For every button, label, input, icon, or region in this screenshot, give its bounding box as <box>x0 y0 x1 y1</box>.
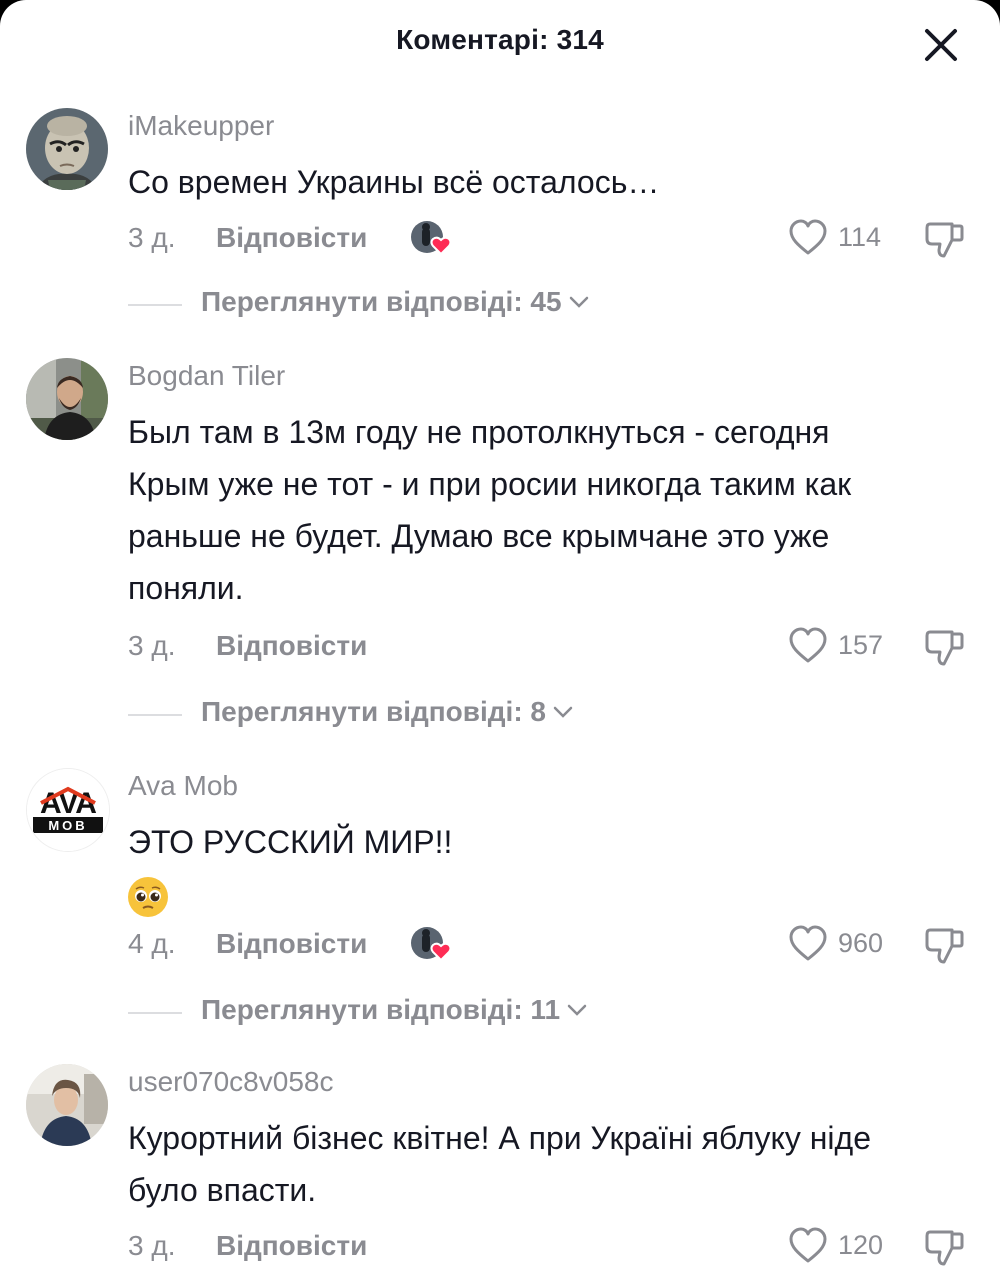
creator-liked-badge <box>410 926 452 964</box>
heart-badge-icon <box>430 236 452 256</box>
close-button[interactable] <box>920 24 962 66</box>
comment-meta: 3 д. Відповісти 114 <box>128 218 978 260</box>
comments-sheet: Коментарі: 314 iMakeupper Со времен Укра… <box>0 0 1000 1280</box>
heart-outline-icon <box>789 627 827 663</box>
comment-text-line: ЭТО РУССКИЙ МИР!! <box>128 824 453 860</box>
heart-outline-icon <box>789 1227 827 1263</box>
chevron-down-icon <box>567 1004 587 1016</box>
comment-time: 3 д. <box>128 222 176 253</box>
avatar-logo-bottom: MOB <box>48 818 87 833</box>
comment-text-line: поняли. <box>128 570 244 606</box>
comment-meta: 4 д. Відповісти 960 <box>128 924 978 966</box>
comment-username[interactable]: iMakeupper <box>128 110 274 142</box>
like-count: 157 <box>838 630 884 660</box>
heart-outline-icon <box>789 219 827 255</box>
thumbs-down-icon <box>925 222 964 258</box>
comment-username[interactable]: user070c8v058c <box>128 1066 333 1098</box>
comment-meta: 3 д. Відповісти 120 <box>128 1226 978 1268</box>
view-replies-label: Переглянути відповіді: 11 <box>201 994 561 1025</box>
view-replies-label: Переглянути відповіді: 8 <box>201 696 546 727</box>
avatar[interactable]: AVA MOB <box>26 768 110 852</box>
comment-text: ЭТО РУССКИЙ МИР!! <box>128 816 968 920</box>
comments-header: Коментарі: 314 <box>0 0 1000 90</box>
thumbs-down-icon <box>925 630 964 666</box>
chevron-down-icon <box>553 706 573 718</box>
comment-time: 3 д. <box>128 630 176 661</box>
creator-liked-badge <box>410 220 452 258</box>
reply-button[interactable]: Відповісти <box>216 222 367 254</box>
comment-text-line: Был там в 13м году не протолкнуться - се… <box>128 414 830 450</box>
like-count: 114 <box>838 222 882 252</box>
view-replies-button[interactable]: Переглянути відповіді: 8 <box>128 694 728 734</box>
like-button[interactable]: 157 <box>788 626 928 666</box>
dislike-button[interactable] <box>922 922 966 966</box>
comment-time: 3 д. <box>128 1230 176 1261</box>
comment-text: Был там в 13м году не протолкнуться - се… <box>128 406 968 614</box>
comment-username[interactable]: Ava Mob <box>128 770 238 802</box>
avatar-logo-top: AVA <box>40 787 96 820</box>
heart-outline-icon <box>789 925 827 961</box>
reply-button[interactable]: Відповісти <box>216 630 367 662</box>
avatar[interactable] <box>26 358 108 440</box>
comment-text-line: Курортний бізнес квітне! А при Україні я… <box>128 1120 871 1156</box>
like-button[interactable]: 114 <box>788 218 928 258</box>
heart-badge-icon <box>430 942 452 962</box>
view-replies-divider <box>128 714 182 716</box>
like-count: 120 <box>838 1230 884 1260</box>
comment-text-line: раньше не будет. Думаю все крымчане это … <box>128 518 830 554</box>
comment-text-line: було впасти. <box>128 1172 317 1208</box>
comment-text: Курортний бізнес квітне! А при Україні я… <box>128 1112 968 1216</box>
like-count: 960 <box>838 928 884 958</box>
pleading-face-icon <box>128 876 168 917</box>
comment-text-line: Со времен Украины всё осталось… <box>128 164 660 200</box>
comment-text: Со времен Украины всё осталось… <box>128 156 968 208</box>
dislike-button[interactable] <box>922 624 966 668</box>
view-replies-divider <box>128 304 182 306</box>
close-icon <box>925 29 957 61</box>
view-replies-divider <box>128 1012 182 1014</box>
avatar[interactable] <box>26 1064 108 1146</box>
comment-meta: 3 д. Відповісти 157 <box>128 626 978 668</box>
comment-text-line: Крым уже не тот - и при росии никогда та… <box>128 466 852 502</box>
view-replies-button[interactable]: Переглянути відповіді: 45 <box>128 284 728 324</box>
view-replies-label: Переглянути відповіді: 45 <box>201 286 562 317</box>
like-button[interactable]: 120 <box>788 1226 928 1266</box>
thumbs-down-icon <box>925 928 964 964</box>
dislike-button[interactable] <box>922 1224 966 1268</box>
comment-time: 4 д. <box>128 928 176 959</box>
like-button[interactable]: 960 <box>788 924 928 964</box>
dislike-button[interactable] <box>922 216 966 260</box>
comment-username[interactable]: Bogdan Tiler <box>128 360 285 392</box>
avatar[interactable] <box>26 108 108 190</box>
thumbs-down-icon <box>925 1230 964 1266</box>
comments-title: Коментарі: 314 <box>396 24 604 55</box>
reply-button[interactable]: Відповісти <box>216 928 367 960</box>
view-replies-button[interactable]: Переглянути відповіді: 11 <box>128 992 728 1032</box>
chevron-down-icon <box>569 296 588 308</box>
reply-button[interactable]: Відповісти <box>216 1230 367 1262</box>
